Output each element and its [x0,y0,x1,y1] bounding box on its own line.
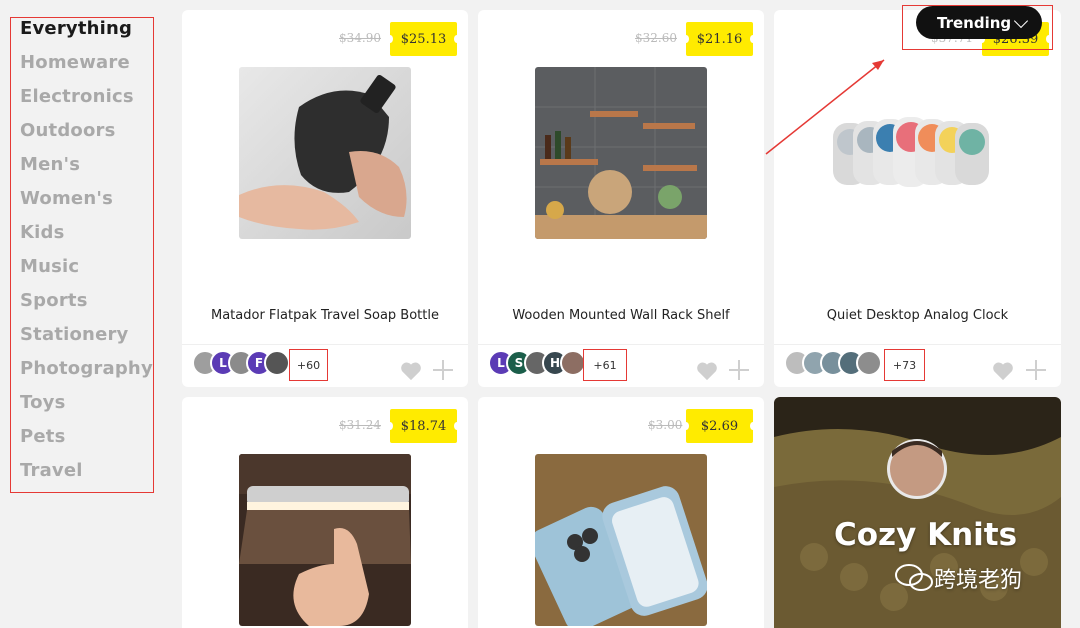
category-mens[interactable]: Men's [20,154,80,175]
avatar [856,350,882,376]
saves-count[interactable]: +73 [884,349,925,381]
saver-avatars[interactable]: L F [192,349,290,377]
product-card-led-light[interactable]: $31.24 $18.74 [182,397,468,628]
old-price: $3.00 [648,418,683,432]
product-image[interactable] [239,454,411,626]
collection-title[interactable]: Cozy Knits [834,517,1017,553]
product-card-phone[interactable]: $3.00 $2.69 [478,397,764,628]
category-electronics[interactable]: Electronics [20,86,134,107]
divider [182,344,468,345]
watermark-text: 跨境老狗 [934,568,1023,593]
category-womens[interactable]: Women's [20,188,113,209]
category-travel[interactable]: Travel [20,460,83,481]
category-stationery[interactable]: Stationery [20,324,129,345]
category-everything[interactable]: Everything [20,18,132,39]
product-card-wall-rack[interactable]: $32.60 $21.16 Wooden Mounted Wall Rack S… [478,10,764,387]
add-icon[interactable] [433,360,453,380]
saves-count[interactable]: +60 [289,349,328,381]
heart-icon[interactable] [992,361,1014,381]
category-photography[interactable]: Photography [20,358,153,379]
product-name[interactable]: Matador Flatpak Travel Soap Bottle [182,308,468,323]
old-price: $34.90 [339,31,381,45]
price-tag: $2.69 [683,409,756,443]
old-price: $32.60 [635,31,677,45]
divider [478,344,764,345]
category-pets[interactable]: Pets [20,426,66,447]
price-tag: $18.74 [387,409,460,443]
collection-card[interactable]: Cozy Knits 跨境老狗 [774,397,1061,628]
category-outdoors[interactable]: Outdoors [20,120,116,141]
category-homeware[interactable]: Homeware [20,52,130,73]
avatar [264,350,290,376]
product-name[interactable]: Quiet Desktop Analog Clock [774,308,1061,323]
product-image[interactable] [535,67,707,239]
product-image[interactable] [535,454,707,626]
wechat-icon [895,564,933,591]
saver-avatars[interactable] [784,349,882,377]
price-tag: $25.13 [387,22,460,56]
highlight-box [902,5,1053,50]
product-image[interactable] [239,67,411,239]
category-toys[interactable]: Toys [20,392,66,413]
category-kids[interactable]: Kids [20,222,65,243]
category-sports[interactable]: Sports [20,290,88,311]
old-price: $31.24 [339,418,381,432]
price-tag: $21.16 [683,22,756,56]
product-name[interactable]: Wooden Mounted Wall Rack Shelf [478,308,764,323]
watermark: 跨境老狗 [894,562,1022,594]
divider [774,344,1061,345]
category-music[interactable]: Music [20,256,79,277]
saves-count[interactable]: +61 [583,349,627,381]
heart-icon[interactable] [696,361,718,381]
annotation-arrow [765,59,885,155]
saver-avatars[interactable]: L S H [488,349,586,377]
product-card-soap-bottle[interactable]: $34.90 $25.13 Matador Flatpak Travel Soa… [182,10,468,387]
add-icon[interactable] [1026,360,1046,380]
category-sidebar: Everything Homeware Electronics Outdoors… [10,17,154,493]
heart-icon[interactable] [400,361,422,381]
add-icon[interactable] [729,360,749,380]
